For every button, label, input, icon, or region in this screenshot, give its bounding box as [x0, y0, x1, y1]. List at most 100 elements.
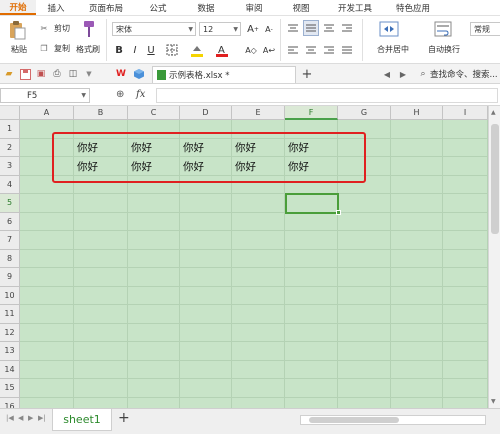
name-box[interactable]: F5 ▼	[0, 88, 90, 103]
increase-font-icon[interactable]: A +	[246, 22, 260, 36]
align-middle-icon[interactable]	[303, 20, 319, 36]
format-painter-icon[interactable]	[80, 19, 98, 39]
cut-button[interactable]: 剪切	[50, 22, 74, 34]
row-header[interactable]: 7	[0, 231, 20, 250]
save-icon[interactable]	[18, 67, 32, 81]
row-header[interactable]: 10	[0, 286, 20, 305]
italic-button[interactable]: I	[128, 43, 142, 57]
align-right-icon[interactable]	[322, 43, 336, 57]
print-preview-icon[interactable]: ◫	[66, 67, 80, 81]
column-header[interactable]: F	[285, 106, 338, 120]
tab-data[interactable]: 数据	[180, 0, 232, 15]
paste-button[interactable]: 粘贴	[2, 43, 36, 55]
clear-format-icon[interactable]: A◇	[244, 43, 258, 57]
tab-developer[interactable]: 开发工具	[326, 0, 384, 15]
chevron-up-icon[interactable]: ▲	[491, 109, 496, 116]
tab-view[interactable]: 视图	[276, 0, 326, 15]
copy-button[interactable]: 复制	[50, 42, 74, 54]
formula-input[interactable]	[156, 88, 498, 103]
column-header[interactable]: E	[232, 106, 285, 120]
column-header[interactable]: H	[391, 106, 443, 120]
format-painter-button[interactable]: 格式刷	[72, 43, 104, 55]
zoom-icon[interactable]: ⊕	[116, 89, 124, 100]
wps-logo-icon[interactable]: W	[114, 67, 128, 81]
row-header[interactable]: 5	[0, 194, 20, 213]
merge-center-icon[interactable]	[378, 19, 400, 39]
column-header[interactable]: D	[180, 106, 232, 120]
function-button[interactable]: fx	[136, 89, 145, 100]
row-header[interactable]: 8	[0, 249, 20, 268]
chevron-down-icon[interactable]: ▼	[491, 398, 496, 405]
search-icon[interactable]: ⌕	[416, 67, 430, 81]
file-tab[interactable]: 示例表格.xlsx *	[152, 66, 296, 83]
align-top-icon[interactable]	[286, 21, 300, 35]
row-header[interactable]: 9	[0, 268, 20, 287]
add-tab-icon[interactable]: +	[300, 67, 314, 82]
fill-color-icon[interactable]	[188, 43, 206, 57]
horizontal-scrollbar[interactable]	[300, 415, 486, 425]
tab-formulas[interactable]: 公式	[136, 0, 180, 15]
row-header[interactable]: 12	[0, 323, 20, 342]
column-header[interactable]: G	[338, 106, 391, 120]
fill-handle[interactable]	[336, 209, 341, 215]
row-header[interactable]: 14	[0, 360, 20, 379]
row-header[interactable]: 1	[0, 120, 20, 139]
add-sheet-button[interactable]: +	[118, 410, 130, 426]
border-icon[interactable]	[163, 43, 181, 57]
row-header[interactable]: 13	[0, 342, 20, 361]
cube-icon[interactable]	[132, 67, 146, 81]
selected-cell[interactable]	[285, 193, 339, 214]
paste-icon[interactable]	[6, 19, 28, 41]
scissors-icon[interactable]: ✂	[38, 22, 50, 34]
align-bottom-icon[interactable]	[322, 21, 336, 35]
pdf-icon[interactable]: ▣	[34, 67, 48, 81]
merge-center-button[interactable]: 合并居中	[368, 43, 418, 55]
folder-icon[interactable]: ▰	[2, 67, 16, 81]
underline-button[interactable]: U	[144, 43, 158, 57]
vertical-scrollbar[interactable]: ▲ ▼	[488, 106, 500, 408]
row-header[interactable]: 6	[0, 212, 20, 231]
indent-icon[interactable]	[340, 21, 354, 35]
row-header[interactable]: 16	[0, 397, 20, 408]
wrap-text-icon[interactable]	[432, 19, 454, 39]
row-header[interactable]: 11	[0, 305, 20, 324]
column-header[interactable]: I	[443, 106, 488, 120]
copy-icon[interactable]: ❐	[38, 42, 50, 54]
select-all-corner[interactable]	[0, 106, 20, 120]
column-header[interactable]: C	[128, 106, 180, 120]
spreadsheet-grid[interactable]: A B C D E F G H I 1 2 3 4 5 6 7 8 9 10 11 12 13 14 15 16 你好 你好 你好 你好…	[0, 106, 500, 408]
chevron-left-icon[interactable]: ◀	[380, 67, 394, 81]
wrap-text-button[interactable]: 自动换行	[422, 43, 466, 55]
row-header[interactable]: 3	[0, 157, 20, 176]
tab-page-layout[interactable]: 页面布局	[76, 0, 136, 15]
align-center-icon[interactable]	[304, 43, 318, 57]
row-header[interactable]: 2	[0, 138, 20, 157]
column-header[interactable]: A	[20, 106, 74, 120]
chevron-right-icon[interactable]: ▶	[396, 67, 410, 81]
decrease-font-icon[interactable]: A-	[262, 22, 276, 36]
font-name-select[interactable]: 宋体 ▼	[112, 22, 196, 36]
chevron-down-icon[interactable]: ▼	[82, 67, 96, 81]
font-size-select[interactable]: 12 ▼	[199, 22, 241, 36]
tab-special-apps[interactable]: 特色应用	[384, 0, 442, 15]
sheet-tab[interactable]: sheet1	[52, 409, 112, 431]
tab-review[interactable]: 审阅	[232, 0, 276, 15]
tab-home[interactable]: 开始	[0, 0, 36, 15]
number-format-select[interactable]: 常规	[470, 22, 500, 36]
first-sheet-icon[interactable]: |◀	[6, 414, 14, 422]
print-icon[interactable]: ⎙	[50, 67, 64, 81]
row-header[interactable]: 4	[0, 175, 20, 194]
text-direction-icon[interactable]: A↩	[262, 43, 276, 57]
align-left-icon[interactable]	[286, 43, 300, 57]
justify-icon[interactable]	[340, 43, 354, 57]
bold-button[interactable]: B	[112, 43, 126, 57]
row-header[interactable]: 15	[0, 379, 20, 398]
tab-insert[interactable]: 插入	[36, 0, 76, 15]
command-search[interactable]: 查找命令、搜索...	[430, 68, 498, 80]
last-sheet-icon[interactable]: ▶|	[38, 414, 46, 422]
scroll-thumb[interactable]	[491, 124, 499, 234]
next-sheet-icon[interactable]: ▶	[28, 414, 33, 422]
font-color-icon[interactable]: A	[213, 43, 231, 57]
scroll-thumb[interactable]	[309, 417, 399, 423]
prev-sheet-icon[interactable]: ◀	[18, 414, 23, 422]
